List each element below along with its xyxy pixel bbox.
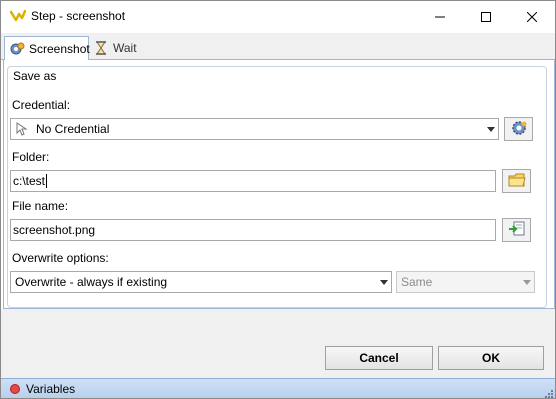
tab-screenshot[interactable]: Screenshot — [4, 36, 90, 60]
title-bar[interactable]: Step - screenshot — [1, 1, 555, 32]
minimize-button[interactable] — [417, 1, 463, 32]
dialog-window: Step - screenshot Screenshot Wait Save a… — [0, 0, 556, 399]
tab-wait[interactable]: Wait — [89, 37, 145, 59]
hourglass-icon — [93, 40, 109, 56]
camera-gear-icon — [9, 41, 25, 57]
save-as-legend: Save as — [11, 69, 59, 83]
file-name-value: screenshot.png — [13, 223, 96, 237]
variables-bar[interactable]: Variables — [1, 378, 555, 398]
overwrite-mode-value: Overwrite - always if existing — [15, 275, 168, 289]
credential-select[interactable]: No Credential — [10, 118, 499, 140]
folder-icon — [508, 172, 526, 191]
status-dot-icon — [10, 384, 20, 394]
overwrite-compare-value: Same — [401, 275, 433, 289]
tab-screenshot-label: Screenshot — [29, 41, 90, 56]
variables-label: Variables — [26, 382, 76, 396]
chevron-down-icon — [523, 280, 531, 285]
file-name-label: File name: — [12, 199, 69, 213]
close-button[interactable] — [509, 1, 555, 32]
window-title: Step - screenshot — [31, 9, 126, 23]
credential-label: Credential: — [12, 98, 71, 112]
resize-grip-icon[interactable] — [543, 387, 553, 398]
maximize-icon — [481, 11, 491, 22]
credential-settings-button[interactable] — [504, 117, 533, 141]
credential-value: No Credential — [36, 122, 110, 136]
text-caret — [46, 174, 48, 188]
tab-wait-label: Wait — [113, 41, 137, 55]
chevron-down-icon — [487, 127, 495, 132]
insert-variable-button[interactable] — [502, 218, 531, 242]
overwrite-compare-select: Same — [396, 271, 535, 293]
folder-input[interactable]: c:\test — [10, 170, 496, 192]
app-logo-icon — [9, 8, 27, 24]
browse-folder-button[interactable] — [502, 169, 531, 193]
cancel-button[interactable]: Cancel — [325, 346, 433, 370]
minimize-icon — [435, 16, 445, 17]
cursor-icon — [16, 122, 28, 136]
maximize-button[interactable] — [463, 1, 509, 32]
ok-button[interactable]: OK — [438, 346, 544, 370]
chevron-down-icon — [380, 280, 388, 285]
folder-value: c:\test — [13, 174, 46, 188]
tab-strip: Screenshot Wait — [1, 33, 555, 60]
folder-label: Folder: — [12, 150, 50, 164]
close-icon — [527, 11, 537, 22]
overwrite-mode-select[interactable]: Overwrite - always if existing — [10, 271, 392, 293]
gear-icon — [510, 119, 528, 140]
overwrite-options-label: Overwrite options: — [12, 251, 109, 265]
file-name-input[interactable]: screenshot.png — [10, 219, 496, 241]
insert-variable-icon — [508, 221, 526, 240]
